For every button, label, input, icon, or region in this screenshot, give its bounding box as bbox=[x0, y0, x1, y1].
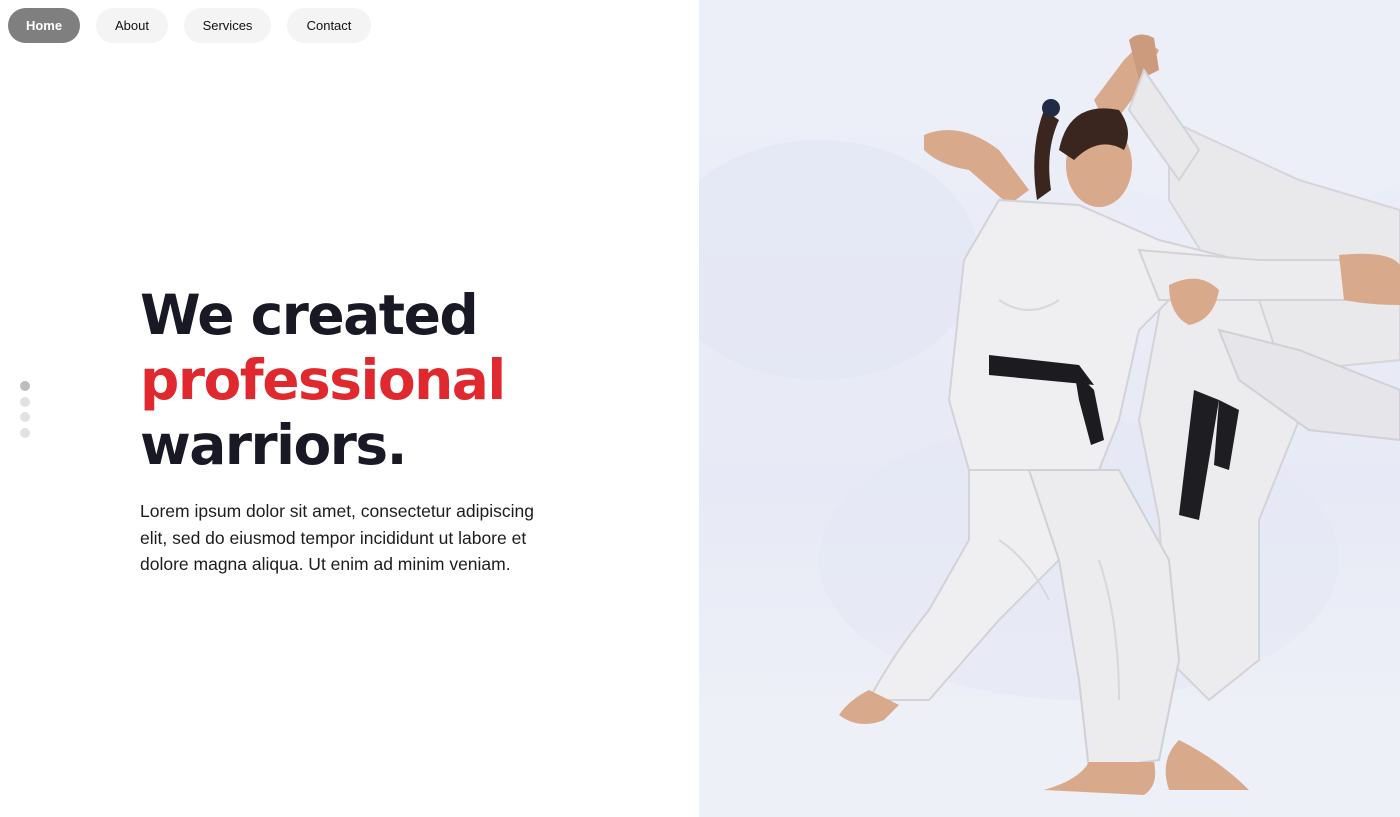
slide-pagination bbox=[20, 381, 30, 438]
headline-line-3: warriors. bbox=[140, 413, 408, 477]
nav-home-button[interactable]: Home bbox=[8, 8, 80, 43]
hero-headline: We created professional warriors. bbox=[140, 283, 580, 478]
slide-dot-2[interactable] bbox=[20, 396, 30, 407]
hero-section: We created professional warriors. Lorem … bbox=[140, 283, 580, 578]
slide-dot-1[interactable] bbox=[20, 381, 30, 391]
hero-photo bbox=[699, 0, 1400, 817]
headline-accent-line: professional bbox=[140, 348, 506, 412]
nav-services-button[interactable]: Services bbox=[184, 8, 271, 43]
nav-contact-button[interactable]: Contact bbox=[287, 8, 371, 43]
karate-fighters-illustration bbox=[699, 30, 1400, 817]
hero-description: Lorem ipsum dolor sit amet, consectetur … bbox=[140, 501, 534, 574]
main-nav: Home About Services Contact bbox=[8, 8, 371, 43]
slide-dot-3[interactable] bbox=[20, 412, 30, 422]
slide-dot-4[interactable] bbox=[20, 427, 30, 438]
nav-about-button[interactable]: About bbox=[96, 8, 168, 43]
landing-page: Home About Services Contact We created p… bbox=[0, 0, 1400, 817]
headline-line-1: We created bbox=[140, 283, 479, 347]
